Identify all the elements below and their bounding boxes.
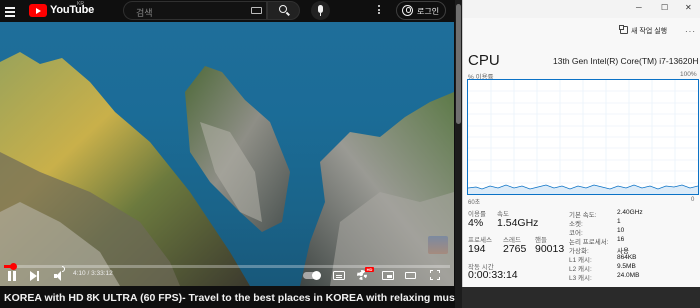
usage-max: 100% [680,71,697,78]
new-task-button[interactable]: 새 작업 실행 [631,26,667,36]
search-button[interactable] [267,1,300,20]
video-title: KOREA with HD 8K ULTRA (60 FPS)- Travel … [4,292,462,304]
cpu-graph-lines [468,80,698,194]
next-video-button[interactable] [30,271,40,281]
subtitles-icon[interactable] [333,271,345,280]
handles-value: 90013 [535,243,565,255]
login-button[interactable]: 로그인 [396,1,446,20]
volume-wave-icon [62,266,65,272]
spec-value: 24.0MB [617,272,640,279]
youtube-logo-icon[interactable] [29,4,47,17]
video-frame [0,52,454,286]
duration: 3:33:12 [91,270,113,277]
task-manager-window: ─ ☐ ✕ 새 작업 실행 ··· CPU 13th Gen Intel(R) … [462,0,700,308]
search-input[interactable]: 검색 [123,1,267,20]
player-controls: 4:10 / 3:33:12 HD [0,263,454,286]
spec-value: 1 [617,218,621,225]
youtube-logo-text[interactable]: YouTube [50,4,94,16]
settings-menu-icon[interactable] [378,5,381,16]
keyboard-icon[interactable] [251,7,262,14]
spec-value: 2.40GHz [617,209,643,216]
channel-watermark[interactable] [428,236,448,254]
graph-time-span: 60초 [468,200,481,206]
youtube-window: YouTube KR 검색 로그인 4:10 / 3:33:12 HD KORE… [0,0,462,308]
cpu-heading: CPU [468,52,500,69]
volume-icon[interactable] [54,271,64,281]
cpu-model: 13th Gen Intel(R) Core(TM) i7-13620H [553,56,699,66]
time-display: 4:10 / 3:33:12 [73,270,113,277]
spec-value: 9.5MB [617,263,636,270]
graph-zero: 0 [691,197,695,203]
close-button[interactable]: ✕ [685,4,692,12]
spec-value: 16 [617,236,625,243]
threads-value: 2765 [503,243,527,255]
youtube-masthead: YouTube KR 검색 로그인 [0,0,462,22]
voice-search-icon[interactable] [311,1,330,20]
video-player[interactable]: 4:10 / 3:33:12 HD [0,22,454,286]
cpu-usage-graph [467,79,699,195]
scrollbar-thumb[interactable] [456,4,461,124]
new-task-icon[interactable] [619,25,628,34]
maximize-button[interactable]: ☐ [661,4,668,12]
autoplay-toggle[interactable] [303,271,321,280]
login-label: 로그인 [417,7,440,16]
spec-key: L3 캐시: [569,275,592,282]
progress-bar[interactable] [4,263,450,270]
fullscreen-icon[interactable] [430,270,440,280]
more-options-icon[interactable]: ··· [685,27,696,36]
search-placeholder: 검색 [136,8,153,18]
miniplayer-icon[interactable] [382,271,394,280]
pause-icon[interactable] [8,271,18,281]
windows-taskbar [462,287,700,308]
account-icon [402,5,413,16]
utilization-value: 4% [468,217,484,229]
progress-scrubber[interactable] [9,263,17,270]
region-code: KR [77,1,84,7]
minimize-button[interactable]: ─ [636,4,642,12]
theater-mode-icon[interactable] [405,272,416,279]
spec-value: 864KB [617,254,637,261]
current-time: 4:10 [73,270,86,277]
hd-badge: HD [365,267,374,272]
skip-next-icon [30,271,40,281]
processes-value: 194 [468,243,486,255]
page-scrollbar[interactable] [455,0,462,308]
uptime-value: 0:00:33:14 [468,269,518,281]
spec-value: 10 [617,227,625,234]
menu-icon[interactable] [5,7,15,19]
title-bar: ─ ☐ ✕ [463,0,700,18]
speed-value: 1.54GHz [497,217,539,229]
search-icon [279,5,287,13]
